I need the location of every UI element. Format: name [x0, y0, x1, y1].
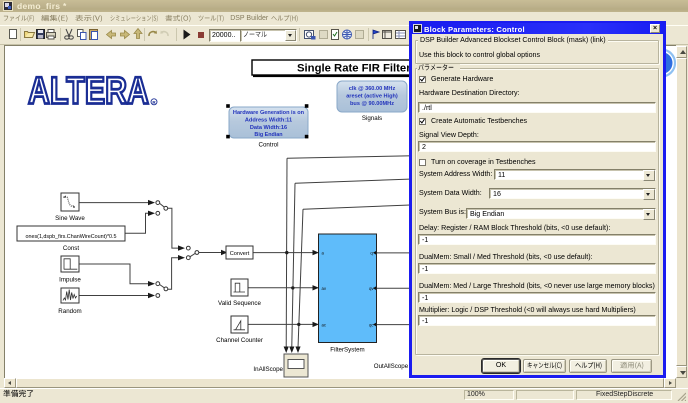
svg-text:Impulse: Impulse [59, 277, 81, 284]
svg-text:Const: Const [63, 245, 79, 252]
svg-text:FilterSystem: FilterSystem [330, 347, 364, 354]
svg-text:Signals: Signals [362, 115, 382, 122]
svg-text:Channel Counter: Channel Counter [216, 337, 263, 344]
svg-text:clk @ 360.00 MHz: clk @ 360.00 MHz [349, 86, 396, 92]
svg-text:Hardware Generation is on: Hardware Generation is on [233, 110, 305, 116]
svg-text:Valid Sequence: Valid Sequence [218, 300, 261, 307]
svg-text:Data Width:16: Data Width:16 [250, 125, 287, 131]
svg-text:Sine Wave: Sine Wave [55, 215, 85, 222]
svg-text:InAllScope: InAllScope [253, 366, 283, 373]
svg-text:Control: Control [259, 142, 279, 149]
svg-text:Convert: Convert [230, 251, 250, 257]
svg-text:ALTERA: ALTERA [28, 71, 149, 113]
svg-text:bus @ 90.00MHz: bus @ 90.00MHz [350, 101, 394, 107]
svg-text:ones(1,dspb_firs.ChanWireCount: ones(1,dspb_firs.ChanWireCount)*0.5 [25, 234, 116, 240]
svg-text:Single Rate FIR Filter D: Single Rate FIR Filter D [297, 63, 422, 75]
svg-text:Address Width:11: Address Width:11 [245, 118, 292, 124]
svg-text:Random: Random [58, 308, 81, 315]
svg-text:areset (active High): areset (active High) [346, 94, 398, 100]
svg-text:OutAllScope: OutAllScope [374, 363, 409, 370]
svg-text:Big Endian: Big Endian [254, 132, 282, 138]
